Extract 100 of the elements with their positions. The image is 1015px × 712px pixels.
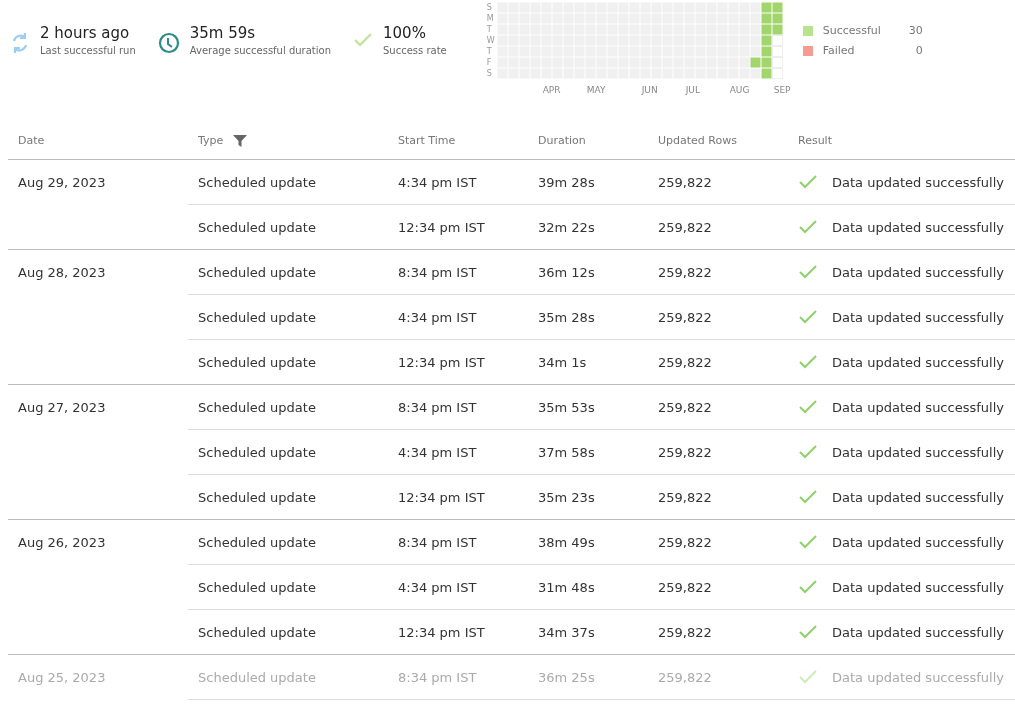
- legend-count: 30: [907, 24, 923, 37]
- check-icon: [798, 669, 818, 685]
- start-time-cell-text: 8:34 pm IST: [397, 534, 478, 550]
- result-cell: Data updated successfully: [832, 489, 1004, 505]
- result-cell: Data updated successfully: [832, 444, 1004, 460]
- start-time-cell-text: 8:34 pm IST: [397, 669, 478, 685]
- date-cell: Aug 27, 2023: [18, 400, 106, 415]
- updated-rows-cell-text: 259,822: [657, 624, 713, 640]
- legend-label: Failed: [822, 44, 856, 57]
- stat-value: 100%: [383, 24, 427, 42]
- type-cell-text: Scheduled update: [197, 489, 317, 505]
- start-time-cell-text: 4:34 pm IST: [397, 444, 478, 460]
- check-icon: [798, 489, 818, 505]
- column-header: Result: [798, 134, 832, 147]
- result-cell: Data updated successfully: [832, 399, 1004, 415]
- duration-cell-text: 31m 48s: [537, 579, 596, 595]
- type-cell-text: Scheduled update: [197, 174, 317, 190]
- duration-cell-text: 35m 23s: [537, 489, 596, 505]
- updated-rows-cell-text: 259,822: [657, 219, 713, 235]
- type-cell-text: Scheduled update: [197, 624, 317, 640]
- duration-cell-text: 36m 25s: [537, 669, 596, 685]
- type-cell-text: Scheduled update: [197, 534, 317, 550]
- type-cell-text: Scheduled update: [197, 444, 317, 460]
- result-cell: Data updated successfully: [832, 624, 1004, 640]
- month-label: APR: [542, 85, 561, 95]
- clock-icon: [157, 32, 180, 54]
- date-cell: Aug 25, 2023: [18, 670, 106, 685]
- check-icon: [798, 219, 818, 235]
- start-time-cell-text: 8:34 pm IST: [397, 264, 478, 280]
- start-time-cell-text: 12:34 pm IST: [397, 219, 486, 235]
- duration-cell-text: 34m 1s: [537, 354, 588, 370]
- weekday-label: M: [486, 13, 495, 24]
- date-cell: Aug 28, 2023: [18, 265, 106, 280]
- check-icon: [798, 579, 818, 595]
- weekday-label: T: [486, 24, 493, 35]
- result-cell: Data updated successfully: [832, 309, 1004, 325]
- type-cell-text: Scheduled update: [197, 309, 317, 325]
- legend-count: 0: [914, 44, 923, 57]
- duration-cell-text: 37m 58s: [537, 444, 596, 460]
- weekday-label: S: [486, 68, 493, 79]
- filter-icon[interactable]: [233, 133, 248, 148]
- check-icon: [798, 534, 818, 550]
- result-cell: Data updated successfully: [832, 264, 1004, 280]
- weekday-label: S: [486, 2, 493, 13]
- duration-cell-text: 35m 28s: [537, 309, 596, 325]
- date-cell: Aug 29, 2023: [18, 175, 106, 190]
- updated-rows-cell-text: 259,822: [657, 309, 713, 325]
- updated-rows-cell-text: 259,822: [657, 489, 713, 505]
- check-icon: [798, 174, 818, 190]
- weekday-label: T: [486, 46, 493, 57]
- updated-rows-cell-text: 259,822: [657, 444, 713, 460]
- updated-rows-cell-text: 259,822: [657, 174, 713, 190]
- check-icon: [798, 399, 818, 415]
- type-cell-text: Scheduled update: [197, 579, 317, 595]
- result-cell: Data updated successfully: [832, 534, 1004, 550]
- sync-icon: [10, 32, 30, 54]
- month-label: MAY: [586, 85, 606, 95]
- type-cell-text: Scheduled update: [197, 354, 317, 370]
- column-header: Start Time: [398, 134, 456, 147]
- result-cell: Data updated successfully: [832, 174, 1004, 190]
- date-cell: Aug 26, 2023: [18, 535, 106, 550]
- result-cell: Data updated successfully: [832, 219, 1004, 235]
- type-cell-text: Scheduled update: [197, 219, 317, 235]
- start-time-cell-text: 12:34 pm IST: [397, 624, 486, 640]
- result-cell: Data updated successfully: [832, 579, 1004, 595]
- check-icon: [798, 264, 818, 280]
- updated-rows-cell-text: 259,822: [657, 669, 713, 685]
- duration-cell-text: 39m 28s: [537, 174, 596, 190]
- duration-cell-text: 35m 53s: [537, 399, 596, 415]
- stat-value: 35m 59s: [189, 24, 257, 42]
- result-cell: Data updated successfully: [832, 354, 1004, 370]
- month-label: SEP: [773, 85, 791, 95]
- stat-value: 2 hours ago: [40, 24, 131, 42]
- weekday-label: W: [486, 35, 495, 46]
- start-time-cell-text: 4:34 pm IST: [397, 174, 478, 190]
- duration-cell-text: 32m 22s: [537, 219, 596, 235]
- updated-rows-cell-text: 259,822: [657, 354, 713, 370]
- column-header: Type: [198, 134, 224, 147]
- month-label: AUG: [729, 85, 750, 95]
- month-label: JUN: [641, 85, 658, 95]
- updated-rows-cell-text: 259,822: [657, 534, 713, 550]
- duration-cell-text: 36m 12s: [537, 264, 596, 280]
- start-time-cell-text: 8:34 pm IST: [397, 399, 478, 415]
- result-cell: Data updated successfully: [832, 669, 1004, 685]
- check-icon: [798, 624, 818, 640]
- column-header: Duration: [538, 134, 586, 147]
- column-header: Date: [18, 134, 45, 147]
- updated-rows-cell-text: 259,822: [657, 579, 713, 595]
- type-cell-text: Scheduled update: [197, 399, 317, 415]
- updated-rows-cell-text: 259,822: [657, 399, 713, 415]
- start-time-cell-text: 12:34 pm IST: [397, 489, 486, 505]
- start-time-cell-text: 4:34 pm IST: [397, 579, 478, 595]
- check-icon: [353, 32, 373, 48]
- updated-rows-cell-text: 259,822: [657, 264, 713, 280]
- stat-label: Last successful run: [40, 45, 136, 56]
- type-cell-text: Scheduled update: [197, 669, 317, 685]
- stat-label: Success rate: [383, 45, 447, 56]
- duration-cell-text: 34m 37s: [537, 624, 596, 640]
- start-time-cell-text: 4:34 pm IST: [397, 309, 478, 325]
- check-icon: [798, 444, 818, 460]
